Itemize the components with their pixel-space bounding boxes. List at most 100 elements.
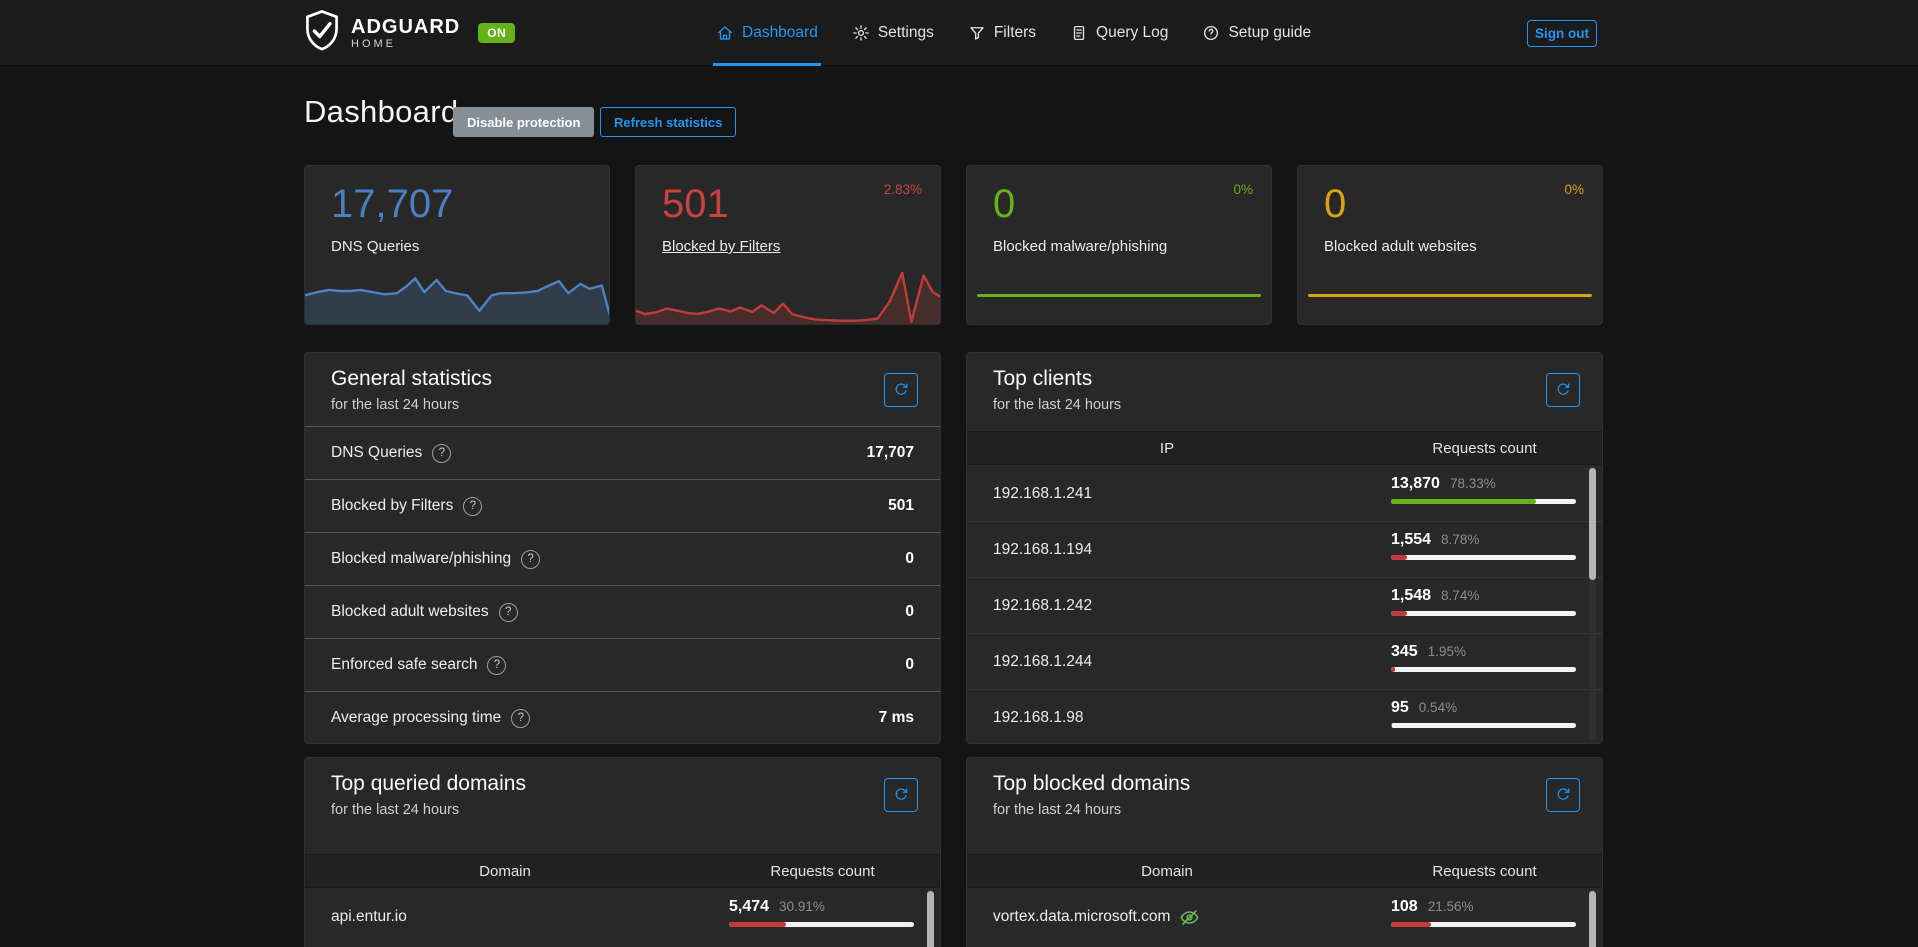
help-icon[interactable]: ? (511, 709, 530, 728)
progress-bar-fill (1391, 667, 1395, 672)
client-ip-cell: 192.168.1.244 (993, 634, 1092, 689)
scrollbar-thumb[interactable] (1589, 468, 1596, 580)
top-queried-domains-refresh-button[interactable] (884, 778, 918, 812)
domain-cell: vortex.data.microsoft.com (993, 889, 1200, 945)
top-clients-panel: Top clients for the last 24 hours IP Req… (966, 352, 1603, 744)
progress-bar-fill (1391, 499, 1536, 504)
requests-count-cell: 1,5488.74% (1391, 587, 1576, 616)
general-stat-value: 17,707 (867, 444, 914, 462)
top-blocked-domains-panel: Top blocked domains for the last 24 hour… (966, 757, 1603, 947)
sparkline-flat-zero-line (977, 294, 1261, 297)
help-icon[interactable]: ? (487, 656, 506, 675)
client-ip-text[interactable]: 192.168.1.241 (993, 485, 1092, 503)
general-stat-value: 0 (905, 656, 914, 674)
client-ip-text[interactable]: 192.168.1.242 (993, 597, 1092, 615)
scrollbar-track[interactable] (1589, 466, 1596, 740)
brand-subtitle: HOME (351, 38, 460, 50)
general-stat-label-text: Average processing time (331, 709, 501, 727)
nav-item-filters[interactable]: Filters (968, 0, 1036, 66)
progress-bar-track (1391, 723, 1576, 728)
column-header-ip: IP (967, 432, 1367, 464)
sparkline-chart (636, 269, 941, 324)
requests-count-value: 1,5488.74% (1391, 587, 1576, 605)
top-blocked-domains-refresh-button[interactable] (1546, 778, 1580, 812)
requests-count-cell: 950.54% (1391, 699, 1576, 728)
eye-off-icon (1179, 907, 1200, 928)
general-stat-label: DNS Queries? (331, 444, 451, 463)
nav-item-setup-guide[interactable]: Setup guide (1202, 0, 1311, 66)
blocked-by-filters-link[interactable]: Blocked by Filters (662, 238, 780, 255)
main-nav: Dashboard Settings Filters Query Log Setup g… (716, 0, 1311, 66)
domain-text[interactable]: api.entur.io (331, 908, 407, 926)
nav-item-query-log[interactable]: Query Log (1070, 0, 1168, 66)
domain-text[interactable]: vortex.data.microsoft.com (993, 908, 1170, 926)
panel-title: Top clients (993, 367, 1092, 391)
table-row: 192.168.1.98 950.54% (967, 690, 1602, 744)
requests-count-cell: 13,87078.33% (1391, 475, 1576, 504)
sign-out-button[interactable]: Sign out (1527, 20, 1597, 47)
panel-title: General statistics (331, 367, 492, 391)
general-stat-row: Average processing time? 7 ms (305, 691, 940, 744)
progress-bar-track (729, 922, 914, 927)
disable-protection-button[interactable]: Disable protection (453, 107, 594, 137)
help-icon[interactable]: ? (521, 550, 540, 569)
panel-subtitle: for the last 24 hours (331, 397, 459, 413)
general-stat-label: Average processing time? (331, 709, 530, 728)
help-icon[interactable]: ? (463, 497, 482, 516)
nav-item-settings[interactable]: Settings (852, 0, 934, 66)
brand-logo[interactable]: ADGUARD HOME ON (303, 9, 515, 56)
general-stat-value: 0 (905, 550, 914, 568)
requests-count-value: 5,47430.91% (729, 898, 914, 916)
panel-title: Top queried domains (331, 772, 526, 796)
general-stat-label-text: Blocked by Filters (331, 497, 453, 515)
table-row: 192.168.1.241 13,87078.33% (967, 466, 1602, 522)
column-header-requests-count: Requests count (705, 855, 940, 887)
requests-count-value: 950.54% (1391, 699, 1576, 717)
requests-count-cell: 5,47430.91% (729, 898, 914, 927)
scrollbar-thumb[interactable] (1589, 891, 1596, 947)
nav-item-label: Setup guide (1228, 24, 1311, 42)
help-icon[interactable]: ? (432, 444, 451, 463)
general-stat-value: 7 ms (879, 709, 914, 727)
general-stat-row: Blocked adult websites?0 (305, 585, 940, 638)
requests-percent: 8.78% (1441, 532, 1479, 547)
refresh-statistics-button[interactable]: Refresh statistics (600, 107, 736, 137)
progress-bar-fill (1391, 555, 1407, 560)
table-header: IP Requests count (967, 431, 1602, 465)
general-stat-label: Enforced safe search? (331, 656, 506, 675)
client-ip-text[interactable]: 192.168.1.194 (993, 541, 1092, 559)
general-stat-row: Enforced safe search? 0 (305, 638, 940, 691)
brand-text: ADGUARD HOME (351, 16, 460, 50)
stat-card-value: 17,707 (331, 184, 453, 224)
stat-card-label: Blocked by Filters (662, 238, 780, 255)
requests-count-value: 13,87078.33% (1391, 475, 1576, 493)
scrollbar-track[interactable] (927, 889, 934, 947)
scrollbar-thumb[interactable] (927, 891, 934, 947)
column-header-requests-count: Requests count (1367, 432, 1602, 464)
gear-icon (852, 24, 870, 42)
eye-off-icon (1179, 907, 1200, 928)
help-icon[interactable]: ? (499, 603, 518, 622)
progress-bar-track (1391, 667, 1576, 672)
client-ip-text[interactable]: 192.168.1.98 (993, 709, 1084, 727)
shield-check-icon (303, 9, 341, 56)
scrollbar-track[interactable] (1589, 889, 1596, 947)
client-ip-text[interactable]: 192.168.1.244 (993, 653, 1092, 671)
requests-count-cell: 1,5548.78% (1391, 531, 1576, 560)
general-stat-label-text: DNS Queries (331, 444, 422, 462)
general-stat-label: Blocked by Filters? (331, 497, 482, 516)
stat-card-blocked-by-filters: 501Blocked by Filters2.83% (635, 165, 941, 325)
table-header: Domain Requests count (305, 854, 940, 888)
top-clients-refresh-button[interactable] (1546, 373, 1580, 407)
panel-title: Top blocked domains (993, 772, 1190, 796)
brand-name: ADGUARD (351, 16, 460, 38)
requests-percent: 0.54% (1419, 700, 1457, 715)
general-statistics-refresh-button[interactable] (884, 373, 918, 407)
nav-item-dashboard[interactable]: Dashboard (716, 0, 818, 66)
nav-item-label: Query Log (1096, 24, 1168, 42)
stat-card-percent-badge: 0% (1233, 182, 1253, 197)
general-stat-label: Blocked adult websites? (331, 603, 518, 622)
progress-bar-track (1391, 499, 1576, 504)
progress-bar-track (1391, 611, 1576, 616)
column-header-domain: Domain (967, 855, 1367, 887)
